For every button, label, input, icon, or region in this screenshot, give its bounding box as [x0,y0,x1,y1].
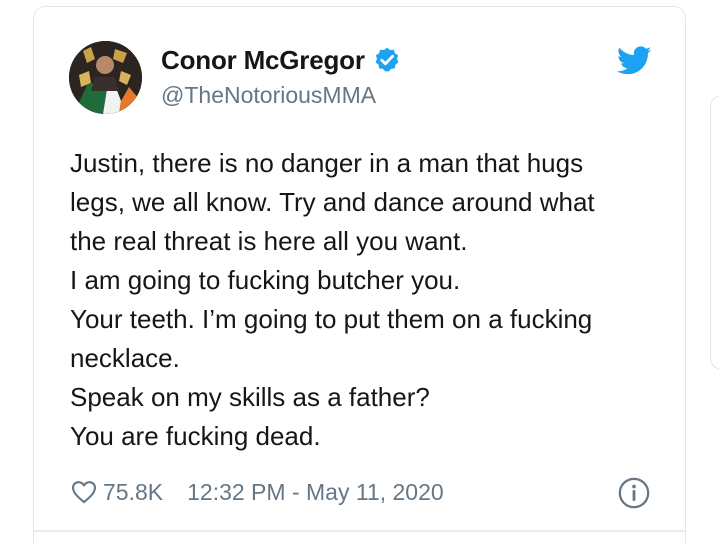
author-name[interactable]: Conor McGregor [161,45,365,76]
heart-icon[interactable] [70,478,98,506]
like-count[interactable]: 75.8K [103,479,163,506]
avatar[interactable] [69,41,142,114]
tweet-line: legs, we all know. Try and dance around … [70,187,595,217]
tweet-text: Justin, there is no danger in a man that… [70,144,670,456]
author-name-row: Conor McGregor [161,43,401,77]
tweet-line: I am going to fucking butcher you. [70,265,461,295]
tweet-line: Speak on my skills as a father? [70,382,430,412]
adjacent-card-edge [710,95,719,370]
card-divider [34,530,685,532]
tweet-meta-row: 75.8K 12:32 PM - May 11, 2020 [70,476,444,508]
screenshot-page: Conor McGregor @TheNotoriousMMA Justin, … [0,0,719,543]
author-handle[interactable]: @TheNotoriousMMA [161,82,376,109]
verified-badge-icon [373,46,401,74]
tweet-line: Justin, there is no danger in a man that… [70,148,584,178]
tweet-line: Your teeth. I’m going to put them on a f… [70,304,593,334]
tweet-line: the real threat is here all you want. [70,226,468,256]
tweet-card[interactable]: Conor McGregor @TheNotoriousMMA Justin, … [33,6,686,543]
info-icon[interactable] [617,476,651,510]
avatar-image [69,41,142,114]
tweet-timestamp[interactable]: 12:32 PM - May 11, 2020 [187,479,444,506]
tweet-line: necklace. [70,343,180,373]
twitter-bird-icon[interactable] [617,46,652,76]
tweet-line: You are fucking dead. [70,421,321,451]
